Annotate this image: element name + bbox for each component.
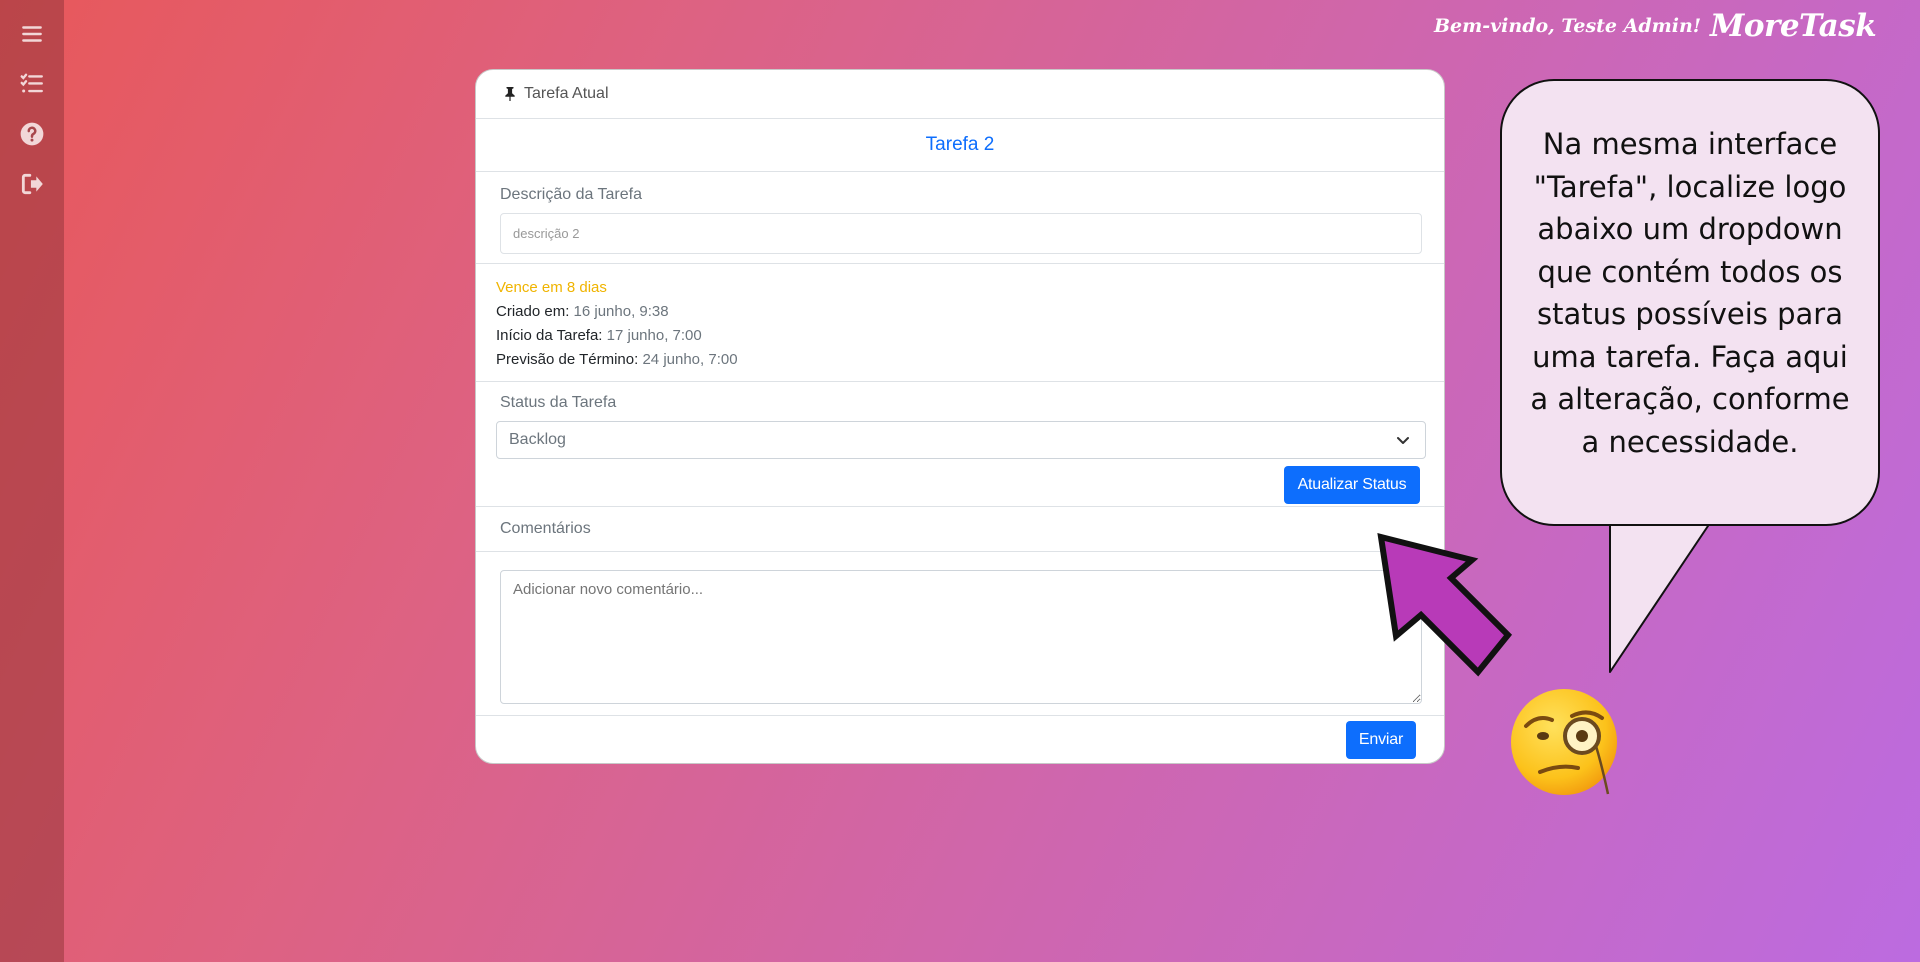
menu-button[interactable] xyxy=(12,14,52,54)
task-card: Tarefa Atual Tarefa 2 Descrição da Taref… xyxy=(475,69,1445,764)
status-section: Status da Tarefa Backlog Atualizar Statu… xyxy=(476,382,1444,507)
help-button[interactable] xyxy=(12,114,52,154)
send-button[interactable]: Enviar xyxy=(1346,721,1416,759)
tasks-button[interactable] xyxy=(12,64,52,104)
end-label: Previsão de Término: xyxy=(496,351,639,368)
update-status-button[interactable]: Atualizar Status xyxy=(1284,466,1420,504)
menu-icon xyxy=(22,26,42,42)
start-value: 17 junho, 7:00 xyxy=(606,327,702,344)
start-label: Início da Tarefa: xyxy=(496,327,603,344)
brand-logo: MoreTask xyxy=(1710,8,1877,44)
chevron-down-icon xyxy=(1397,437,1409,444)
status-dropdown[interactable]: Backlog xyxy=(496,421,1426,459)
description-section: Descrição da Tarefa xyxy=(476,172,1444,264)
logout-button[interactable] xyxy=(12,164,52,204)
sidebar xyxy=(0,0,64,962)
created-value: 16 junho, 9:38 xyxy=(573,303,669,320)
dates-section: Vence em 8 dias Criado em: 16 junho, 9:3… xyxy=(476,264,1444,382)
monocle-face-icon xyxy=(1511,689,1617,795)
created-label: Criado em: xyxy=(496,303,570,320)
task-list-icon xyxy=(20,73,43,93)
help-icon xyxy=(20,122,44,146)
description-field[interactable] xyxy=(500,213,1422,254)
comments-label: Comentários xyxy=(476,507,1444,552)
status-selected-value: Backlog xyxy=(509,431,566,448)
welcome-text: Bem-vindo, Teste Admin! xyxy=(1434,15,1702,37)
start-row: Início da Tarefa: 17 junho, 7:00 xyxy=(496,324,1424,348)
comments-section xyxy=(476,552,1444,716)
comment-input[interactable] xyxy=(500,570,1422,704)
card-header-label: Tarefa Atual xyxy=(524,85,609,102)
card-header: Tarefa Atual xyxy=(476,70,1444,119)
speech-bubble: Na mesma interface "Tarefa", localize lo… xyxy=(1500,79,1880,526)
description-label: Descrição da Tarefa xyxy=(500,186,642,203)
end-row: Previsão de Término: 24 junho, 7:00 xyxy=(496,348,1424,372)
speech-bubble-text: Na mesma interface "Tarefa", localize lo… xyxy=(1530,127,1850,459)
task-title: Tarefa 2 xyxy=(476,119,1444,172)
logout-icon xyxy=(21,173,43,195)
speech-bubble-tail xyxy=(1609,519,1713,673)
pin-icon xyxy=(505,87,515,101)
status-label: Status da Tarefa xyxy=(500,394,617,411)
end-value: 24 junho, 7:00 xyxy=(642,351,738,368)
due-text: Vence em 8 dias xyxy=(496,279,607,296)
send-row: Enviar xyxy=(476,716,1444,763)
created-row: Criado em: 16 junho, 9:38 xyxy=(496,300,1424,324)
